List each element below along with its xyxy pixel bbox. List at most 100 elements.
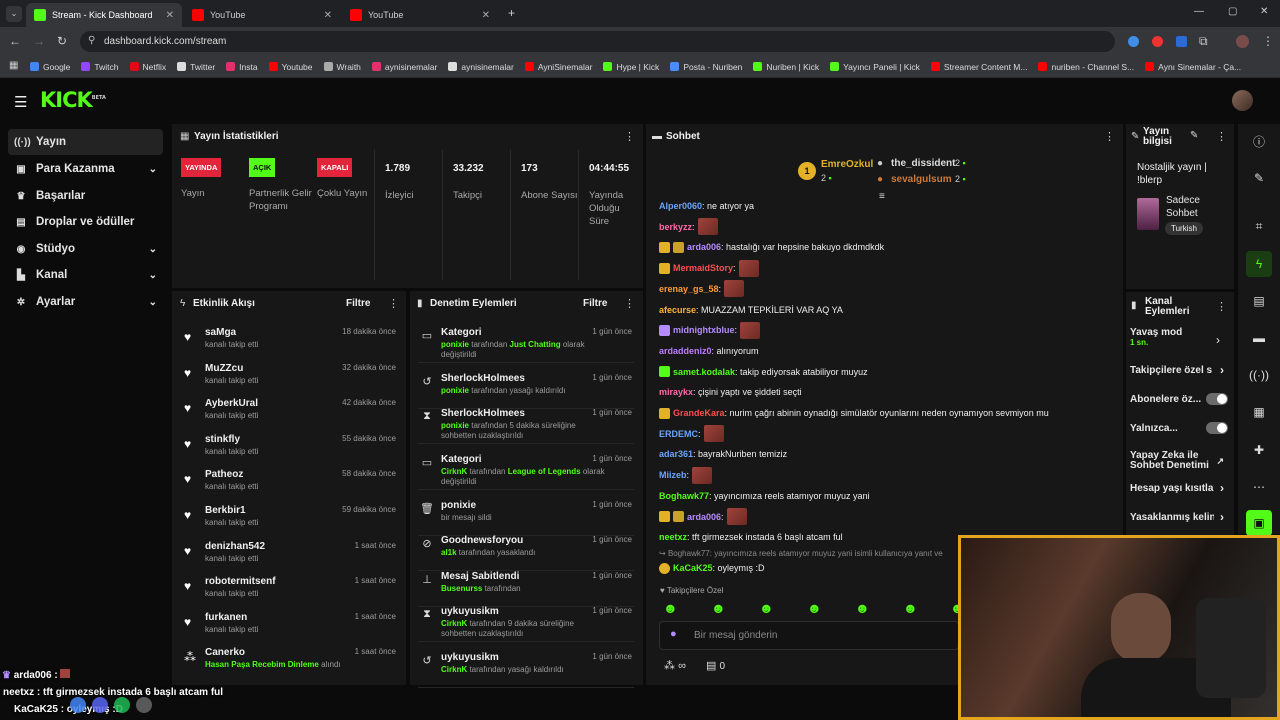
close-tab-icon[interactable]: ✕ [482,10,490,21]
emote-icon[interactable]: ☻ [903,600,918,616]
emote-icon[interactable]: ☻ [663,600,678,616]
kick-logo[interactable]: KICKBETA [40,88,106,112]
lightning-icon[interactable]: ϟ [1246,251,1272,277]
bookmark[interactable]: Youtube [268,62,313,72]
users-icon[interactable]: ⁂ ∞ [664,659,686,672]
kebab-menu-icon[interactable]: ⋮ [624,130,635,143]
chat-username[interactable]: Alper0060 [659,201,702,211]
tab-kick-dashboard[interactable]: Stream - Kick Dashboard ✕ [26,3,182,27]
more-horizontal-icon[interactable]: ⋯ [1246,474,1272,500]
ai-moderation-row[interactable]: Yapay Zeka ile Sohbet Denetimi ↗ [1130,446,1228,476]
chrome-taskbar-icon[interactable] [70,697,86,713]
emotes-only-row[interactable]: Yalnızca... [1130,415,1228,441]
chat-username[interactable]: miraykx [659,387,693,397]
chat-username[interactable]: ERDEMC [659,429,698,439]
reload-icon[interactable]: ↻ [57,34,67,48]
emote-icon[interactable]: ☻ [711,600,726,616]
bookmark[interactable]: Posta - Nuriben [670,62,742,72]
chat-username[interactable]: MermaidStory [673,263,733,273]
bookmark[interactable]: AyniSinemalar [524,62,592,72]
bookmark[interactable]: Nuriben | Kick [753,62,819,72]
emote-icon[interactable]: ☻ [759,600,774,616]
pen-icon[interactable]: ✎ [1246,165,1272,191]
chat-username[interactable]: arda006 [687,242,721,252]
close-window-icon[interactable]: ✕ [1260,6,1268,17]
bookmark[interactable]: Wraith [323,62,361,72]
broadcast-icon[interactable]: ((·)) [1246,362,1272,388]
sidebar-item-ayarlar[interactable]: ✲ Ayarlar ⌄ [8,289,163,315]
language-tag[interactable]: Turkish [1165,222,1203,235]
bookmark[interactable]: Twitch [81,62,119,72]
slow-mode-row[interactable]: Yavaş mod 1 sn. [1130,327,1228,353]
wrench-icon[interactable]: ✚ [1246,437,1272,463]
chat-icon[interactable]: ▬ [1246,325,1272,351]
bookmark[interactable]: Yayıncı Paneli | Kick [830,62,920,72]
emote-icon[interactable]: ☻ [807,600,822,616]
subs-toggle[interactable] [1206,393,1228,405]
bookmark[interactable]: aynisinemalar [448,62,514,72]
chat-username[interactable]: arda006 [687,512,721,522]
activity-filter-button[interactable]: Filtre [346,298,370,309]
info-icon[interactable]: ⓘ [1246,128,1272,154]
sidebar-item-para-kazanma[interactable]: ▣ Para Kazanma ⌄ [8,156,163,182]
chat-input[interactable]: ● Bir mesaj gönderin [659,621,959,650]
sidebar-item-droplar[interactable]: ▤ Droplar ve ödüller [8,209,163,235]
account-age-row[interactable]: Hesap yaşı kısıtla › [1130,475,1228,501]
user-avatar[interactable] [1232,90,1253,111]
chat-username[interactable]: berkyzz [659,222,692,232]
profile-avatar-icon[interactable] [1236,35,1249,48]
apps-grid-icon[interactable]: ▦ [9,60,18,71]
clipboard-icon[interactable]: ▤ [1246,288,1272,314]
bookmark[interactable]: Google [30,62,70,72]
more-menu-icon[interactable]: ⋮ [1262,34,1274,48]
bookmark[interactable]: Aynı Sinemalar - Ça... [1145,62,1241,72]
extension-icon[interactable] [1176,36,1187,47]
subscribers-only-row[interactable]: Abonelere öz... [1130,386,1228,412]
kebab-menu-icon[interactable]: ⋮ [1216,130,1227,143]
chat-username[interactable]: erenay_gs_58 [659,284,719,294]
kebab-menu-icon[interactable]: ⋮ [388,297,399,310]
sidebar-item-basarilar[interactable]: ♛ Başarılar [8,183,163,209]
chevron-right-icon[interactable]: › [1216,333,1220,347]
tab-search-icon[interactable]: ⌄ [6,6,22,22]
new-tab-icon[interactable]: + [508,6,515,20]
kebab-menu-icon[interactable]: ⋮ [1216,300,1227,313]
back-icon[interactable]: ← [9,34,21,48]
address-bar[interactable]: ⚲ dashboard.kick.com/stream [80,31,1115,52]
discord-taskbar-icon[interactable] [92,697,108,713]
tab-youtube-1[interactable]: YouTube ✕ [184,3,340,27]
chat-username[interactable]: afecurse [659,305,696,315]
crop-icon[interactable]: ⌗ [1246,213,1272,239]
emote-icon[interactable]: ☻ [855,600,870,616]
extension-icon[interactable] [1128,36,1139,47]
kebab-menu-icon[interactable]: ⋮ [1104,130,1115,143]
bookmark[interactable]: Streamer Content M... [930,62,1027,72]
timer-icon[interactable]: ▤ 0 [706,659,725,672]
chat-username[interactable]: samet.kodalak [673,367,735,377]
chat-username[interactable]: GrandeKara [673,408,725,418]
only-toggle[interactable] [1206,422,1228,434]
bookmark[interactable]: Twitter [177,62,215,72]
bookmark[interactable]: Netflix [129,62,166,72]
chat-username[interactable]: Boghawk77 [659,491,709,501]
banned-words-row[interactable]: Yasaklanmış kelin › [1130,504,1228,530]
chat-username[interactable]: ardaddeniz0 [659,346,712,356]
tab-youtube-2[interactable]: YouTube ✕ [342,3,498,27]
followers-only-row[interactable]: Takipçilere özel s › [1130,357,1228,383]
extension-icon[interactable] [1152,36,1163,47]
close-tab-icon[interactable]: ✕ [324,10,332,21]
chat-username[interactable]: Miizeb [659,470,687,480]
moderation-filter-button[interactable]: Filtre [583,298,607,309]
chat-username[interactable]: neetxz [659,532,687,542]
forward-icon[interactable]: → [33,34,45,48]
kebab-menu-icon[interactable]: ⋮ [624,297,635,310]
edit-icon[interactable]: ✎ [1190,130,1198,141]
app-taskbar-icon[interactable] [136,697,152,713]
bookmark[interactable]: Insta [226,62,258,72]
chat-username[interactable]: adar361 [659,449,693,459]
close-tab-icon[interactable]: ✕ [166,10,174,21]
minimize-icon[interactable]: — [1194,6,1204,17]
chat-username[interactable]: midnightxblue [673,325,735,335]
sidebar-item-studyo[interactable]: ◉ Stüdyo ⌄ [8,236,163,262]
bookmark[interactable]: Hype | Kick [603,62,659,72]
